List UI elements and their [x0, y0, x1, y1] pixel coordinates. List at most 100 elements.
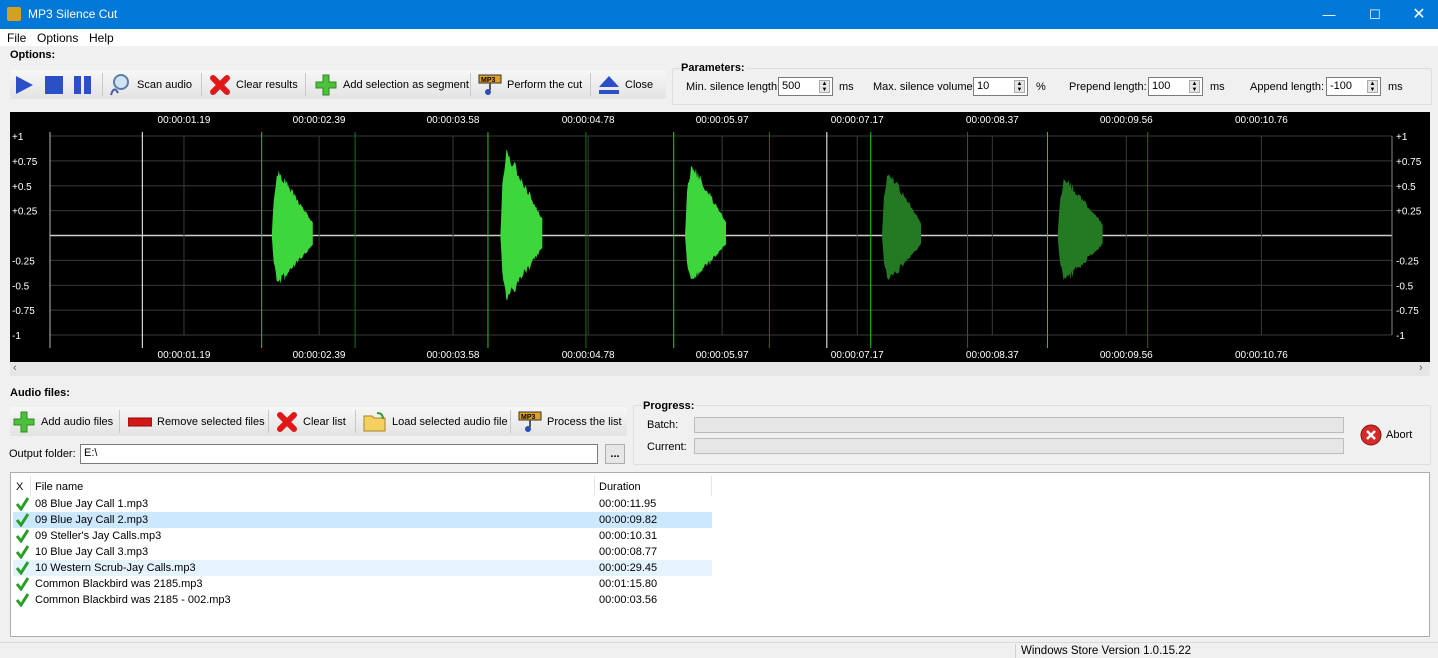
remove-selected-files-button[interactable]: Remove selected files [128, 407, 265, 436]
file-duration: 00:01:15.80 [599, 578, 658, 590]
param-unit: ms [1388, 81, 1403, 93]
load-selected-audio-file-button[interactable]: Load selected audio file [363, 407, 508, 436]
file-row[interactable]: Common Blackbird was 2185.mp3 00:01:15.8… [13, 576, 712, 592]
waveform-canvas[interactable]: +1 +1 +0.75 +0.75 +0.5 +0.5 +0.25 +0.25 -0.25 -0.… [10, 112, 1430, 362]
param-input[interactable]: 500 ▲ ▼ [778, 77, 833, 96]
amplitude-label-left: +0.25 [12, 207, 38, 218]
spinner-arrows-icon[interactable]: ▲ ▼ [1189, 80, 1200, 93]
file-row[interactable]: 10 Blue Jay Call 3.mp3 00:00:08.77 [13, 544, 712, 560]
separator [102, 73, 103, 96]
current-progress-bar [694, 438, 1344, 454]
minimize-button[interactable]: — [1306, 0, 1352, 29]
separator [119, 410, 120, 433]
time-label-bottom: 00:00:10.76 [1235, 350, 1288, 361]
progress-group [633, 405, 1431, 465]
maximize-button[interactable]: ☐ [1352, 0, 1398, 29]
param-input[interactable]: -100 ▲ ▼ [1326, 77, 1381, 96]
scan-audio-button[interactable]: Scan audio [108, 70, 192, 99]
separator [355, 410, 356, 433]
column-header-file-name[interactable]: File name [35, 481, 83, 493]
menu-file[interactable]: File [7, 31, 26, 45]
check-icon [15, 577, 29, 591]
eject-icon [599, 75, 619, 94]
time-label-top: 00:00:01.19 [158, 115, 211, 126]
svg-text:MP3: MP3 [481, 77, 496, 84]
time-label-top: 00:00:08.37 [966, 115, 1019, 126]
menu-help[interactable]: Help [89, 31, 114, 45]
options-toolbar: Scan audio Clear results Add selection a… [10, 70, 666, 99]
time-label-bottom: 00:00:05.97 [696, 350, 749, 361]
clear-results-button[interactable]: Clear results [209, 70, 298, 99]
close-button[interactable]: Close [598, 70, 653, 99]
clear-list-button[interactable]: Clear list [276, 407, 346, 436]
spinner-arrows-icon[interactable]: ▲ ▼ [1367, 80, 1378, 93]
column-header-x[interactable]: X [16, 481, 23, 493]
amplitude-label-right: -0.25 [1396, 256, 1419, 267]
play-button[interactable] [13, 70, 35, 99]
file-row[interactable]: Common Blackbird was 2185 - 002.mp3 00:0… [13, 592, 712, 608]
perform-the-cut-button[interactable]: MP3 Perform the cut [478, 70, 582, 99]
separator [510, 410, 511, 433]
spinner-arrows-icon[interactable]: ▲ ▼ [819, 80, 830, 93]
file-row[interactable]: 10 Western Scrub-Jay Calls.mp3 00:00:29.… [13, 560, 712, 576]
separator [470, 73, 471, 96]
audio-files-toolbar: Add audio files Remove selected files Cl… [10, 407, 627, 436]
file-name: 10 Western Scrub-Jay Calls.mp3 [35, 562, 196, 574]
progress-label: Progress: [642, 400, 696, 412]
param-input[interactable]: 10 ▲ ▼ [973, 77, 1028, 96]
time-label-bottom: 00:00:01.19 [158, 350, 211, 361]
file-duration: 00:00:09.82 [599, 514, 658, 526]
green-plus-icon [315, 74, 337, 95]
time-label-top: 00:00:04.78 [562, 115, 615, 126]
check-icon [15, 593, 29, 607]
red-x-icon [277, 411, 297, 432]
title-bar: MP3 Silence Cut — ☐ ✕ [0, 0, 1438, 29]
file-duration: 00:00:10.31 [599, 530, 658, 542]
pause-button[interactable] [72, 70, 94, 99]
scroll-left-arrow[interactable]: ‹ [13, 362, 17, 374]
parameters-label: Parameters: [680, 62, 746, 74]
add-audio-files-button[interactable]: Add audio files [12, 407, 113, 436]
menu-options[interactable]: Options [37, 31, 78, 45]
audio-file-list[interactable]: X File name Duration 08 Blue Jay Call 1.… [10, 472, 1430, 637]
clear-results-label: Clear results [236, 78, 298, 91]
output-folder-input[interactable]: E:\ [80, 444, 598, 464]
amplitude-label-left: +0.75 [12, 157, 38, 168]
load-selected-label: Load selected audio file [392, 415, 508, 428]
waveform-scrollbar[interactable]: ‹ › [10, 362, 1430, 376]
param-unit: ms [1210, 81, 1225, 93]
abort-label: Abort [1386, 429, 1413, 441]
sound-waveform [271, 170, 313, 284]
scroll-right-arrow[interactable]: › [1419, 362, 1423, 374]
abort-button[interactable]: Abort [1360, 424, 1412, 446]
close-window-button[interactable]: ✕ [1396, 0, 1438, 29]
file-row[interactable]: 09 Steller's Jay Calls.mp3 00:00:10.31 [13, 528, 712, 544]
amplitude-label-right: +0.5 [1396, 182, 1416, 193]
amplitude-label-left: -0.5 [12, 281, 30, 292]
browse-folder-button[interactable]: ... [605, 444, 625, 464]
check-icon [15, 545, 29, 559]
file-name: 09 Blue Jay Call 2.mp3 [35, 514, 149, 526]
param-unit: ms [839, 81, 854, 93]
waveform-view[interactable]: +1 +1 +0.75 +0.75 +0.5 +0.5 +0.25 +0.25 -0.25 -0.… [10, 112, 1430, 362]
stop-button[interactable] [43, 70, 65, 99]
process-list-label: Process the list [547, 415, 622, 428]
column-header-duration[interactable]: Duration [599, 481, 641, 493]
check-icon [15, 513, 29, 527]
add-selection-as-segment-button[interactable]: Add selection as segment [314, 70, 469, 99]
time-label-bottom: 00:00:08.37 [966, 350, 1019, 361]
file-row[interactable]: 08 Blue Jay Call 1.mp3 00:00:11.95 [13, 496, 712, 512]
pause-icon [74, 75, 91, 94]
time-label-top: 00:00:05.97 [696, 115, 749, 126]
red-x-icon [210, 74, 230, 95]
amplitude-label-right: -0.75 [1396, 306, 1419, 317]
file-name: Common Blackbird was 2185.mp3 [35, 578, 203, 590]
file-row[interactable]: 09 Blue Jay Call 2.mp3 00:00:09.82 [13, 512, 712, 528]
param-input[interactable]: 100 ▲ ▼ [1148, 77, 1203, 96]
time-label-bottom: 00:00:04.78 [562, 350, 615, 361]
spinner-arrows-icon[interactable]: ▲ ▼ [1014, 80, 1025, 93]
options-label: Options: [10, 49, 56, 61]
process-the-list-button[interactable]: MP3 Process the list [518, 407, 622, 436]
time-label-bottom: 00:00:09.56 [1100, 350, 1153, 361]
file-name: 08 Blue Jay Call 1.mp3 [35, 498, 149, 510]
